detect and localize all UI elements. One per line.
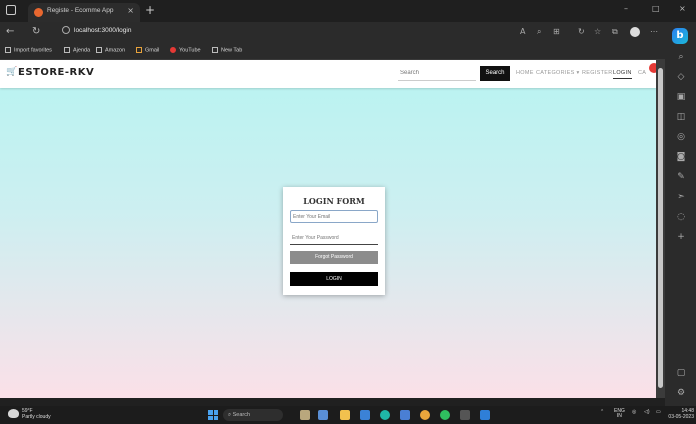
- close-window-button[interactable]: ×: [679, 4, 686, 13]
- store-icon[interactable]: [360, 410, 370, 420]
- bing-icon[interactable]: b: [672, 28, 688, 44]
- bookmark-ajenda[interactable]: Ajenda: [64, 47, 90, 53]
- address-bar-row: ← ↻ localhost:3000/login A ⌕ ⊞ ↻ ☆ ⧉ ⋯: [0, 22, 696, 44]
- maximize-button[interactable]: □: [652, 4, 660, 13]
- page-icon: [96, 47, 102, 53]
- toolbox-icon[interactable]: ▣: [674, 92, 688, 102]
- games-icon[interactable]: ◫: [674, 112, 688, 122]
- start-windows-icon[interactable]: [208, 410, 218, 420]
- url-field[interactable]: localhost:3000/login: [74, 27, 131, 34]
- more-icon[interactable]: ⋯: [650, 27, 658, 36]
- page-content: 🛒 ESTORE-RKV Search HOME CATEGORIES ▾ RE…: [0, 60, 656, 398]
- search-icon[interactable]: ⌕: [674, 52, 688, 62]
- clock[interactable]: 14:48 03-05-2023: [664, 408, 694, 420]
- tray-chevron-icon[interactable]: ⌃: [600, 409, 604, 415]
- widgets-icon[interactable]: [300, 410, 310, 420]
- gmail-icon: [136, 47, 142, 53]
- bookmark-amazon[interactable]: Amazon: [96, 47, 125, 53]
- back-icon[interactable]: ←: [6, 26, 14, 37]
- zoom-icon[interactable]: ⌕: [537, 27, 541, 37]
- chrome-icon[interactable]: [420, 410, 430, 420]
- office-icon[interactable]: ◎: [674, 132, 688, 142]
- site-navbar: 🛒 ESTORE-RKV Search HOME CATEGORIES ▾ RE…: [0, 60, 656, 88]
- shopping-tag-icon[interactable]: ◇: [674, 72, 688, 82]
- drop-icon[interactable]: ✎: [674, 172, 688, 182]
- terminal-icon[interactable]: [460, 410, 470, 420]
- refresh-icon[interactable]: ↻: [32, 26, 40, 37]
- collections-icon[interactable]: ⧉: [612, 27, 618, 37]
- import-icon: [5, 47, 11, 53]
- page-icon: [64, 47, 70, 53]
- nav-link-cart[interactable]: CA: [638, 70, 646, 76]
- youtube-icon: [170, 47, 176, 53]
- browser-title-bar: Registe - Ecomme App × + – □ ×: [0, 0, 696, 22]
- read-aloud-icon[interactable]: A: [520, 27, 525, 36]
- windows-taskbar: 59°F Partly cloudy ⌕ Search ⌃ ENG IN ◎ ◁…: [0, 406, 696, 424]
- apps-icon[interactable]: ⊞: [553, 27, 560, 36]
- site-info-icon[interactable]: [62, 26, 70, 34]
- profile-avatar[interactable]: [630, 27, 640, 37]
- search-input[interactable]: [398, 66, 476, 81]
- refresh-page-icon[interactable]: ↻: [578, 27, 585, 36]
- language-indicator[interactable]: ENG IN: [614, 409, 625, 419]
- browser-tab[interactable]: Registe - Ecomme App ×: [28, 3, 140, 22]
- network-icon[interactable]: ◎: [632, 409, 636, 415]
- tab-favicon-icon: [34, 8, 43, 17]
- favorites-icon[interactable]: ☆: [594, 27, 601, 36]
- brand-logo[interactable]: ESTORE-RKV: [18, 67, 94, 78]
- minimize-button[interactable]: –: [624, 4, 628, 13]
- email-field[interactable]: [290, 210, 378, 223]
- search-button[interactable]: Search: [480, 66, 510, 81]
- nav-link-home[interactable]: HOME: [516, 70, 534, 76]
- new-tab-button[interactable]: +: [145, 3, 155, 17]
- cart-logo-icon: 🛒: [6, 67, 18, 77]
- add-sidebar-icon[interactable]: +: [674, 232, 688, 242]
- scrollbar-thumb[interactable]: [658, 68, 663, 388]
- tab-title: Registe - Ecomme App: [47, 7, 114, 14]
- vscode-icon[interactable]: [480, 410, 490, 420]
- settings-icon[interactable]: ⚙: [674, 388, 688, 398]
- nav-link-login[interactable]: LOGIN: [613, 70, 632, 79]
- task-view-icon[interactable]: [318, 410, 328, 420]
- bookmark-youtube[interactable]: YouTube: [170, 47, 201, 53]
- weather-cloud-icon: [8, 409, 19, 418]
- file-explorer-icon[interactable]: [340, 410, 350, 420]
- login-button[interactable]: LOGIN: [290, 272, 378, 286]
- page-scrollbar[interactable]: [656, 60, 665, 398]
- weather-widget[interactable]: 59°F Partly cloudy: [22, 408, 51, 420]
- battery-icon[interactable]: ▭: [656, 409, 661, 415]
- tab-close-icon[interactable]: ×: [127, 6, 134, 15]
- weather-desc: Partly cloudy: [22, 414, 51, 420]
- location-icon[interactable]: ◌: [674, 212, 688, 222]
- bookmark-import-favorites[interactable]: Import favorites: [5, 47, 52, 53]
- whatsapp-icon[interactable]: [440, 410, 450, 420]
- bookmarks-bar: Import favorites Ajenda Amazon Gmail You…: [0, 44, 696, 60]
- tab-actions-icon[interactable]: [6, 5, 16, 15]
- taskbar-search[interactable]: ⌕ Search: [223, 409, 283, 421]
- login-form-title: LOGIN FORM: [303, 196, 365, 206]
- mail-icon[interactable]: [400, 410, 410, 420]
- browser-bottom-edge: [0, 398, 665, 406]
- edge-browser-icon[interactable]: [380, 410, 390, 420]
- bookmark-new-tab[interactable]: New Tab: [212, 47, 242, 53]
- volume-icon[interactable]: ◁): [644, 409, 650, 415]
- password-field[interactable]: [290, 232, 378, 245]
- send-icon[interactable]: ➣: [674, 192, 688, 202]
- bookmark-gmail[interactable]: Gmail: [136, 47, 159, 53]
- forgot-password-button[interactable]: Forgot Password: [290, 251, 378, 264]
- nav-link-categories[interactable]: CATEGORIES ▾: [536, 70, 580, 76]
- edge-sidebar: b ⌕ ◇ ▣ ◫ ◎ ◙ ✎ ➣ ◌ + ▢ ⚙: [665, 22, 696, 406]
- login-form-card: LOGIN FORM Forgot Password LOGIN: [283, 187, 385, 295]
- split-screen-icon[interactable]: ▢: [674, 368, 688, 378]
- outlook-icon[interactable]: ◙: [674, 152, 688, 162]
- nav-link-register[interactable]: REGISTER: [582, 70, 613, 76]
- page-icon: [212, 47, 218, 53]
